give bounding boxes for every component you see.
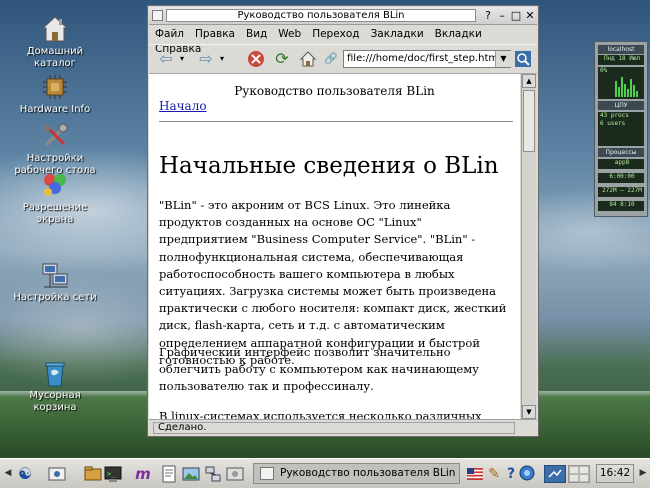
location-icon: 🔗 bbox=[324, 52, 338, 65]
desktop-icon-home-label: Домашний каталог bbox=[26, 46, 84, 69]
monitor-cpu-label: ЦПУ bbox=[598, 101, 644, 110]
forward-history-icon[interactable]: ▾ bbox=[217, 49, 227, 69]
horizontal-rule bbox=[159, 121, 513, 123]
navigation-toolbar: ⇦ ▾ ⇨ ▾ ⟳ 🔗 file:///home/doc/first_step.… bbox=[149, 44, 537, 74]
scrollbar-thumb[interactable] bbox=[523, 90, 535, 152]
url-input[interactable]: file:///home/doc/first_step.html bbox=[343, 50, 511, 68]
monitor-cpu-graph: 0% bbox=[598, 67, 644, 99]
desktop-icon-home[interactable]: Домашний каталог bbox=[13, 14, 97, 70]
taskbar-window-title: Руководство пользователя BLin bbox=[280, 467, 456, 479]
terminal-icon[interactable]: >_ bbox=[104, 465, 122, 483]
back-arrow-icon[interactable]: ⇦ bbox=[155, 49, 177, 69]
desktop-icon-hardware[interactable]: Hardware Info bbox=[13, 72, 97, 116]
vertical-scrollbar[interactable]: ▲ ▼ bbox=[521, 74, 536, 419]
menu-web[interactable]: Web bbox=[272, 25, 306, 40]
us-flag-icon[interactable] bbox=[466, 465, 484, 483]
system-monitor-panel: localhost Пнд 18 Июл 0% ЦПУ 43 procs 6 u… bbox=[594, 41, 648, 217]
workspace-switcher-icon[interactable] bbox=[543, 464, 567, 484]
menu-file[interactable]: Файл bbox=[149, 25, 189, 40]
menu-tabs[interactable]: Вкладки bbox=[429, 25, 487, 40]
menu-view[interactable]: Вид bbox=[240, 25, 272, 40]
text-editor-icon[interactable] bbox=[160, 465, 178, 483]
document-header: Руководство пользователя BLin bbox=[234, 84, 435, 98]
monitor-mem: 272M – 227M bbox=[598, 187, 644, 197]
help-icon[interactable]: ? bbox=[481, 9, 495, 22]
image-viewer-icon[interactable] bbox=[182, 465, 200, 483]
reload-icon[interactable]: ⟳ bbox=[271, 49, 293, 69]
cpu-graph bbox=[615, 77, 638, 97]
window-titlebar[interactable]: Руководство пользователя BLin ? – □ ✕ bbox=[149, 7, 537, 25]
display-resolution-icon bbox=[44, 174, 66, 196]
file-manager-icon[interactable] bbox=[84, 465, 102, 483]
taskbar: ◀ ☯ >_ m Руководство пользователя BLin ✎… bbox=[0, 458, 650, 488]
desktop-icon-resolution[interactable]: Разрешение экрана bbox=[13, 170, 97, 226]
desktop-icon-trash[interactable]: Мусорная корзина bbox=[13, 358, 97, 414]
start-menu-icon[interactable]: ☯ bbox=[16, 465, 34, 483]
status-bar: Сделано. bbox=[149, 419, 537, 436]
desktop-icon-trash-label: Мусорная корзина bbox=[29, 390, 81, 413]
home-link[interactable]: Начало bbox=[159, 99, 207, 113]
window-title: Руководство пользователя BLin bbox=[166, 9, 476, 22]
close-button[interactable]: ✕ bbox=[523, 9, 537, 22]
menu-go[interactable]: Переход bbox=[306, 25, 364, 40]
home-folder-icon bbox=[41, 16, 69, 42]
monitor-tray-icon[interactable] bbox=[518, 465, 536, 483]
mail-client-icon[interactable]: m bbox=[134, 465, 152, 483]
tools-icon bbox=[42, 123, 68, 147]
monitor-time-1: 6:00:00 bbox=[598, 173, 644, 183]
desktop-icon-network-label: Настройка сети bbox=[13, 292, 97, 303]
taskbar-left-arrow-icon[interactable]: ◀ bbox=[3, 467, 13, 479]
taskbar-clock[interactable]: 16:42 bbox=[596, 464, 634, 483]
network-tool-icon[interactable] bbox=[204, 465, 222, 483]
back-history-icon[interactable]: ▾ bbox=[177, 49, 187, 69]
monitor-users-count: 6 users bbox=[600, 120, 626, 127]
taskbar-right-arrow-icon[interactable]: ▶ bbox=[638, 467, 648, 479]
workspace-pager-icon[interactable] bbox=[567, 464, 591, 484]
menu-bookmarks[interactable]: Закладки bbox=[365, 25, 429, 40]
clipboard-icon[interactable]: ✎ bbox=[485, 465, 503, 483]
browser-launcher-icon[interactable] bbox=[48, 465, 66, 483]
taskbar-window-button[interactable]: Руководство пользователя BLin bbox=[253, 463, 460, 484]
status-text: Сделано. bbox=[153, 422, 515, 434]
paragraph-programs: В linux-системах используется несколько … bbox=[159, 409, 482, 419]
minimize-button[interactable]: – bbox=[495, 9, 509, 22]
settings-launcher-icon[interactable] bbox=[226, 465, 244, 483]
search-icon[interactable] bbox=[514, 49, 532, 69]
monitor-host: localhost bbox=[598, 45, 644, 54]
desktop-icon-resolution-label: Разрешение экрана bbox=[22, 202, 88, 225]
forward-arrow-icon[interactable]: ⇨ bbox=[195, 49, 217, 69]
monitor-date: Пнд 18 Июл bbox=[598, 55, 644, 65]
monitor-time-2: 84 8:10 bbox=[598, 201, 644, 211]
monitor-procs-count: 43 procs bbox=[600, 112, 629, 119]
paragraph-gui: Графический интерфейс позволит значитель… bbox=[159, 345, 479, 394]
trash-icon bbox=[45, 362, 65, 387]
monitor-apps: app8 bbox=[598, 159, 644, 169]
scroll-up-icon[interactable]: ▲ bbox=[522, 74, 536, 88]
menu-bar: Файл Правка Вид Web Переход Закладки Вкл… bbox=[149, 25, 537, 55]
scroll-down-icon[interactable]: ▼ bbox=[522, 405, 536, 419]
window-task-icon bbox=[260, 467, 274, 480]
url-dropdown-icon[interactable]: ▼ bbox=[495, 51, 511, 67]
svg-text:>_: >_ bbox=[107, 470, 116, 478]
chip-icon bbox=[43, 75, 67, 99]
monitor-cpu-pct: 0% bbox=[600, 67, 608, 74]
network-icon bbox=[42, 263, 68, 288]
page-content[interactable]: Руководство пользователя BLin Начало Нач… bbox=[149, 74, 520, 419]
desktop-icon-desktop-settings[interactable]: Настройки рабочего стола bbox=[13, 121, 97, 177]
menu-edit[interactable]: Правка bbox=[189, 25, 240, 40]
browser-window: Руководство пользователя BLin ? – □ ✕ Фа… bbox=[147, 5, 539, 437]
monitor-procs: 43 procs 6 users bbox=[598, 112, 644, 146]
page-heading: Начальные сведения о BLin bbox=[159, 153, 499, 179]
desktop-icon-network[interactable]: Настройка сети bbox=[13, 260, 97, 304]
window-app-icon[interactable] bbox=[152, 10, 163, 21]
home-icon[interactable] bbox=[297, 49, 319, 69]
stop-icon[interactable] bbox=[245, 49, 267, 69]
maximize-button[interactable]: □ bbox=[509, 9, 523, 22]
monitor-procs-label: Процессы bbox=[598, 148, 644, 157]
desktop-icon-hardware-label: Hardware Info bbox=[19, 104, 91, 115]
